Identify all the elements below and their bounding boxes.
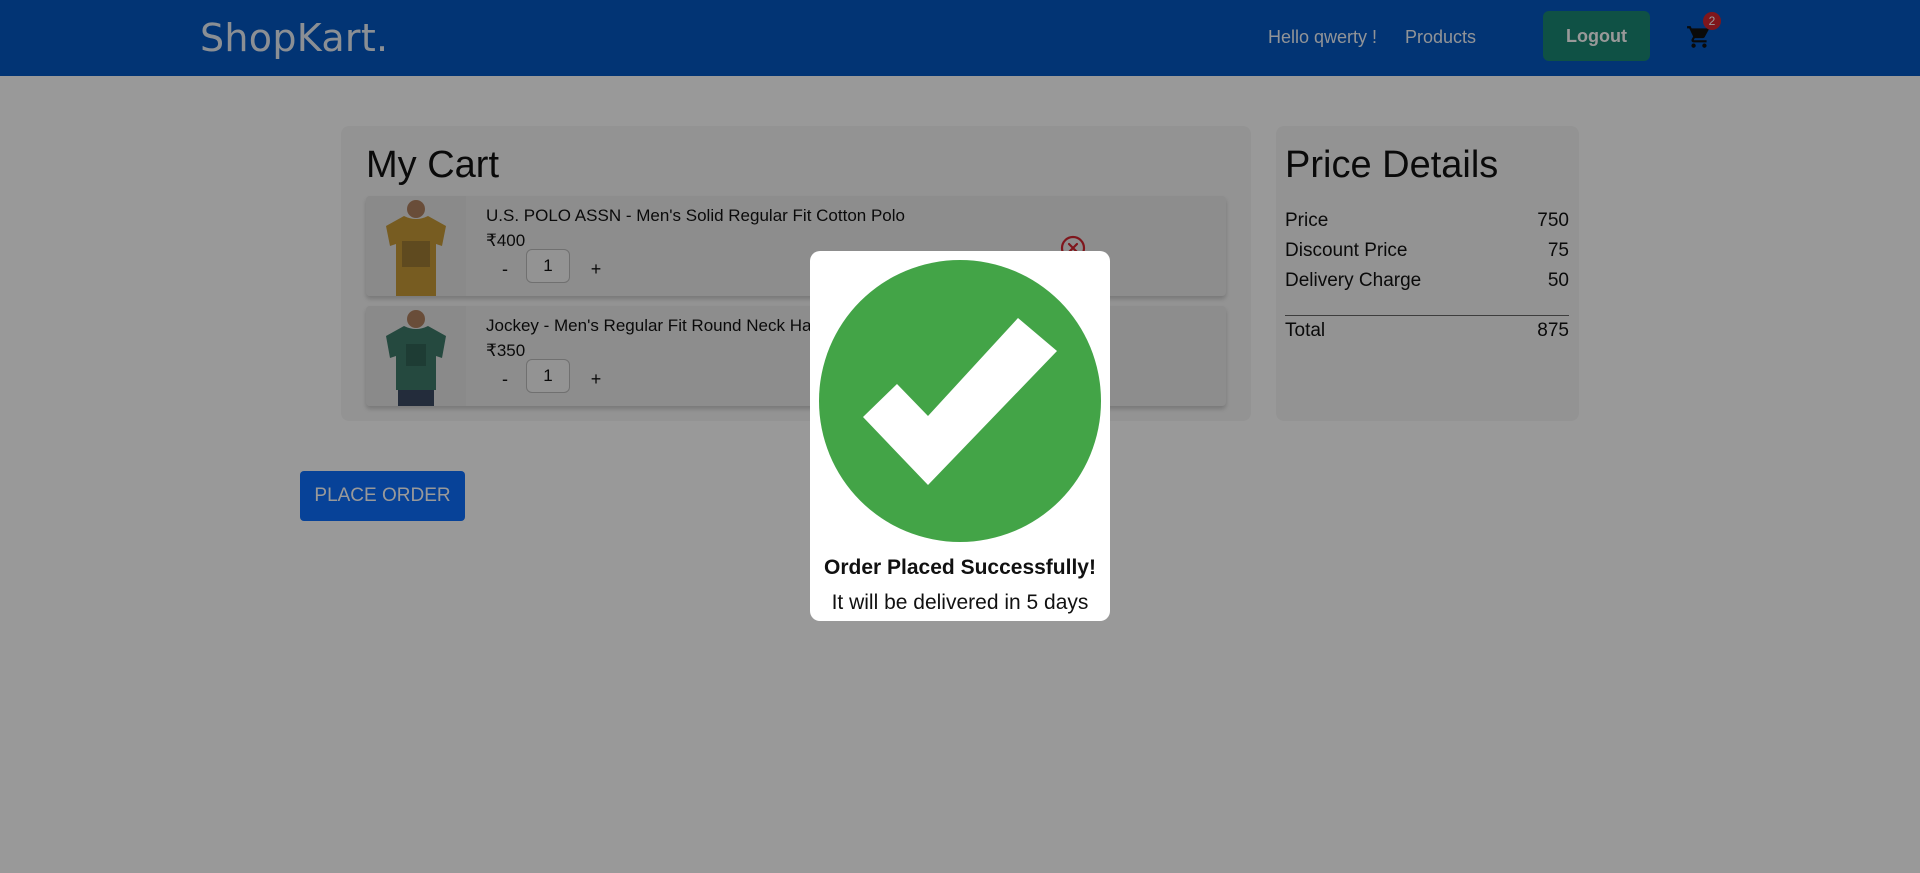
order-success-modal: Order Placed Successfully! It will be de…: [810, 251, 1110, 621]
modal-subtitle: It will be delivered in 5 days: [831, 591, 1089, 614]
success-check-icon: [819, 260, 1101, 542]
modal-title: Order Placed Successfully!: [824, 556, 1096, 579]
